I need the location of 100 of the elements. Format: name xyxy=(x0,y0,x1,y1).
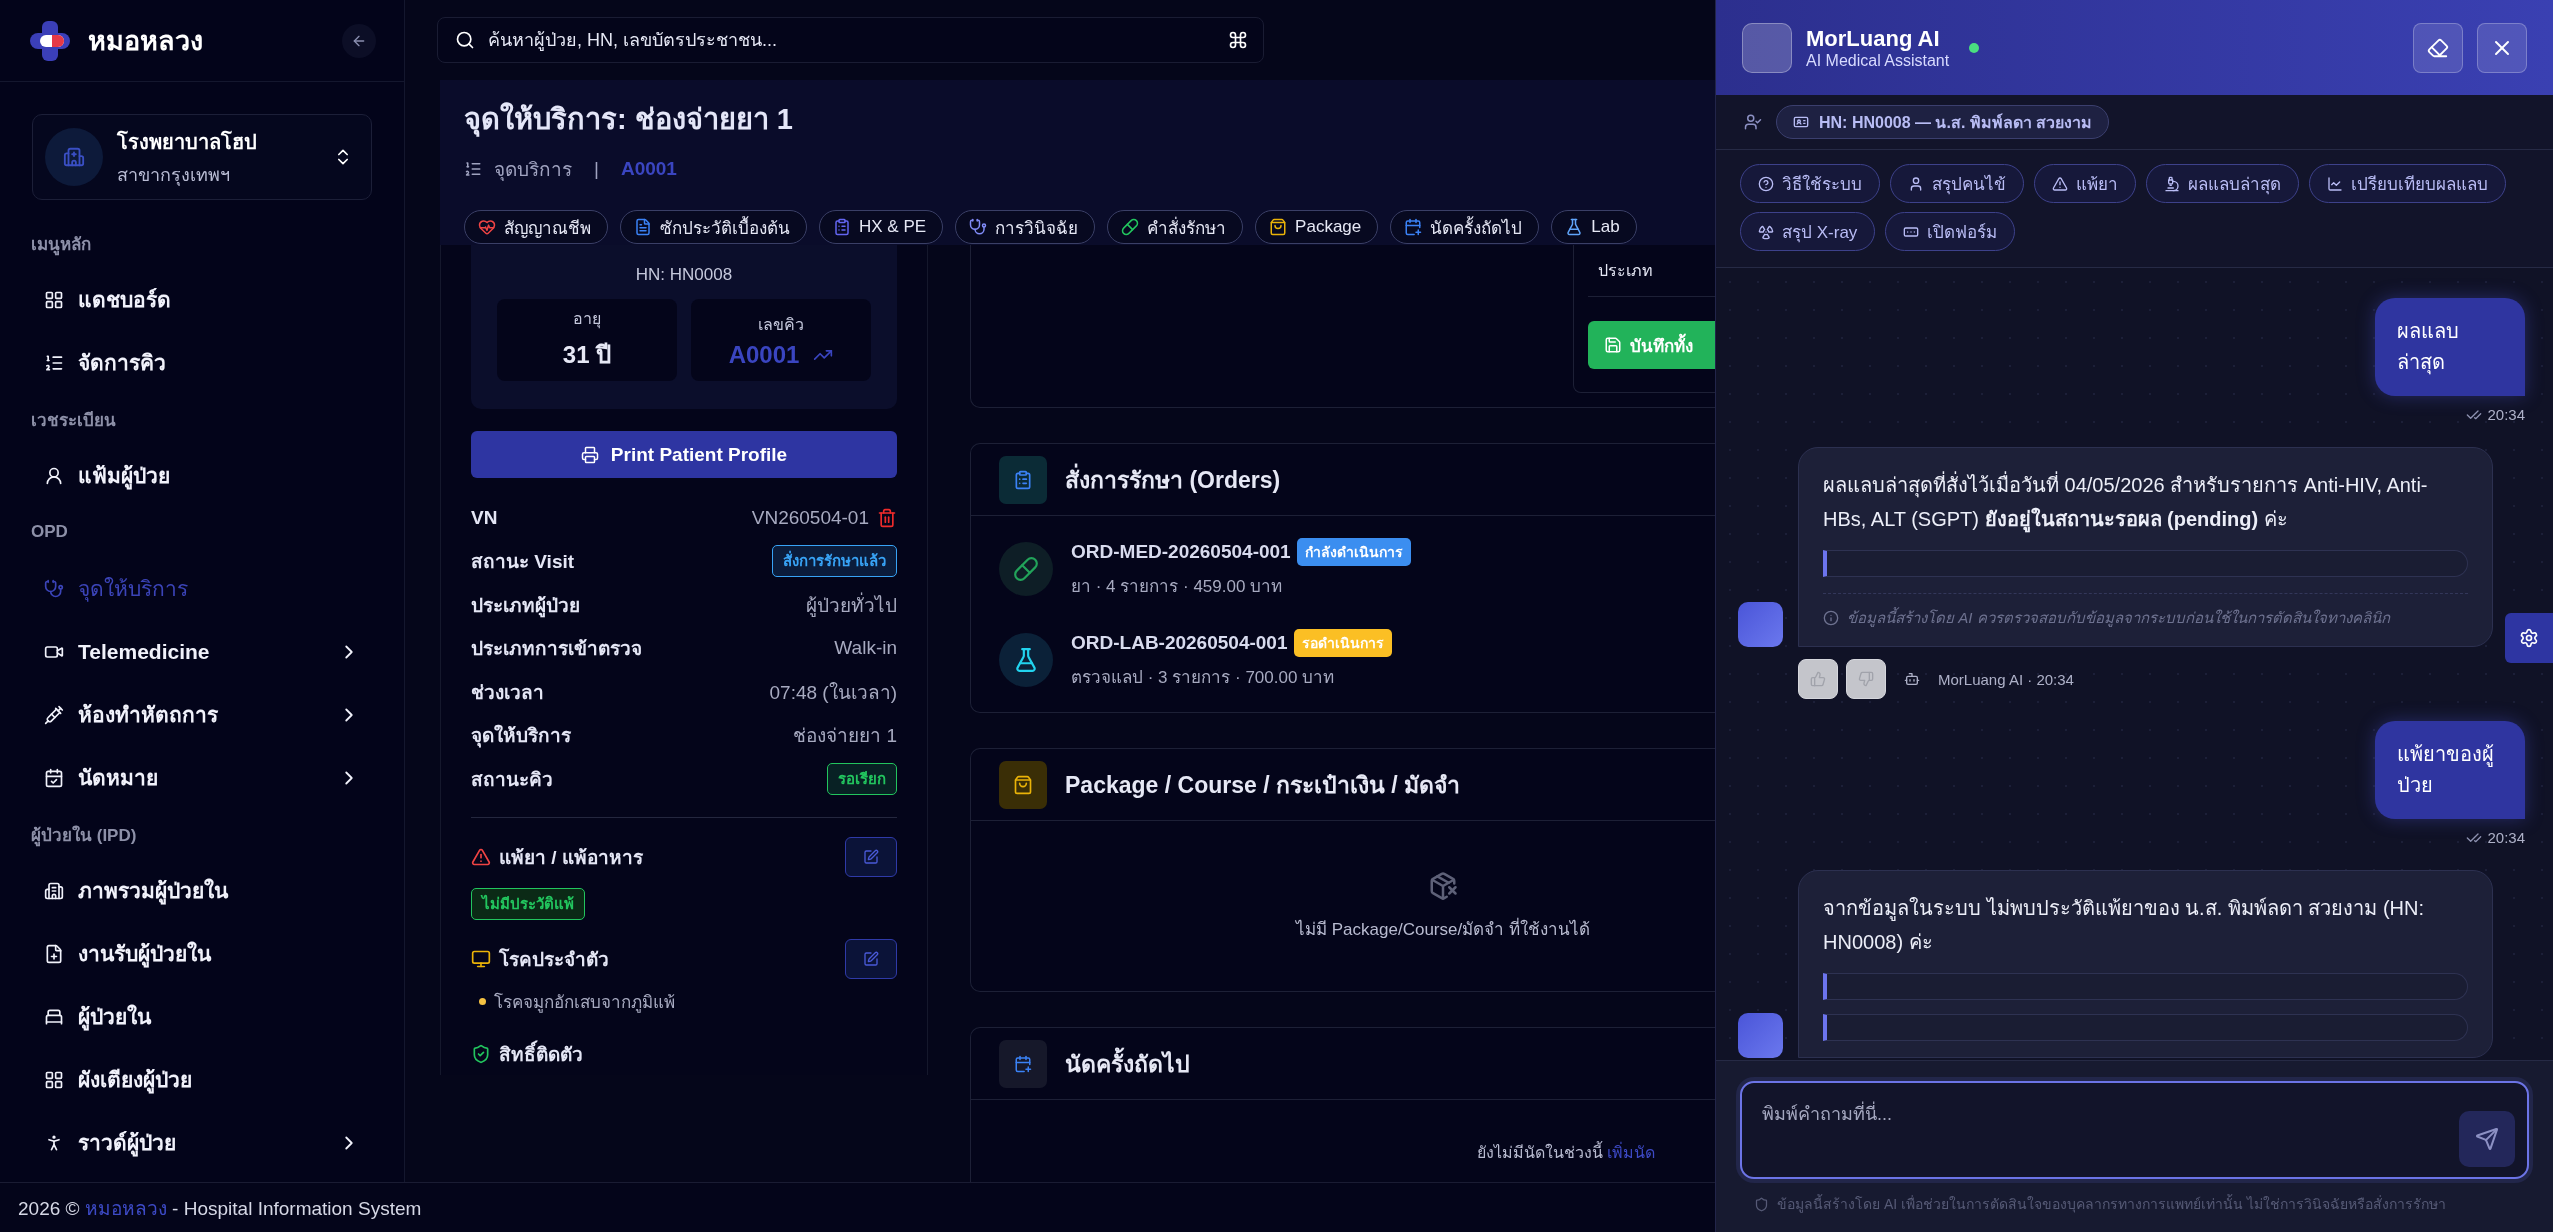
status-badge: รอเรียก xyxy=(827,762,897,795)
patient-context-chip: HN: HN0008 — น.ส. พิมพ์ลดา สวยงาม xyxy=(1776,105,2110,139)
sidebar-item[interactable]: แฟ้มผู้ป่วย xyxy=(22,444,382,507)
search-field[interactable]: ค้นหาผู้ป่วย, HN, เลขบัตรประชาชน... xyxy=(437,17,1264,63)
sidebar-item[interactable]: นัดหมาย xyxy=(22,746,382,809)
status-badge: รอดำเนินการ xyxy=(1293,629,1392,657)
trash-icon[interactable] xyxy=(877,507,897,528)
user-check-icon xyxy=(1744,113,1762,131)
pill-icon xyxy=(1121,218,1140,236)
settings-button[interactable] xyxy=(2505,613,2553,663)
quick-action-chip[interactable]: สรุป X-ray xyxy=(1740,212,1876,251)
status-badge: สั่งการรักษาแล้ว xyxy=(772,545,897,578)
eraser-icon xyxy=(2427,36,2449,59)
field-value: 07:48 (ในเวลา) xyxy=(769,680,897,705)
info-icon xyxy=(1823,610,1839,626)
collapse-button[interactable] xyxy=(342,23,376,58)
sidebar-item[interactable]: ภาพรวมผู้ป่วยใน xyxy=(22,859,382,922)
sidebar-item[interactable]: ห้องทำหัตถการ xyxy=(22,683,382,746)
section-tab[interactable]: สัญญาณชีพ xyxy=(464,210,608,244)
stat-label: อายุ xyxy=(573,309,601,331)
section-heading: โรคประจำตัว xyxy=(499,947,609,972)
breadcrumb-separator: | xyxy=(594,158,599,180)
stat-label: เลขคิว xyxy=(758,314,804,335)
quick-action-chip[interactable]: เปิดฟอร์ม xyxy=(1885,212,2016,251)
section-tab[interactable]: Package xyxy=(1255,210,1379,244)
disclaimer-text: ข้อมูลนี้สร้างโดย AI ควรตรวจสอบกับข้อมูลจากระบบก่อนใช้ในการตัดสินใจทางคลินิก xyxy=(1847,606,2390,629)
user-message: ผลแลบล่าสุด xyxy=(2375,298,2525,396)
file-plus-icon xyxy=(44,943,64,964)
field-label: สถานะคิว xyxy=(471,767,553,792)
stethoscope-icon xyxy=(969,218,988,236)
field-label: VN xyxy=(471,506,498,529)
section-title: เวชระเบียน xyxy=(30,409,117,432)
message-input[interactable]: พิมพ์คำถามที่นี่... xyxy=(1740,1081,2529,1179)
empty-text: ไม่มี Package/Course/มัดจำ ที่ใช้งานได้ xyxy=(1296,916,1590,941)
hospital-selector[interactable]: โรงพยาบาลโฮป สาขากรุงเทพฯ xyxy=(32,114,372,200)
panel-title: สั่งการรักษา (Orders) xyxy=(1065,461,1281,498)
grid-icon xyxy=(44,289,64,310)
warning-icon xyxy=(2052,175,2068,192)
command-key-icon xyxy=(1228,30,1248,50)
section-tab[interactable]: ซักประวัติเบื้องต้น xyxy=(620,210,807,244)
order-code[interactable]: ORD-MED-20260504-001 xyxy=(1071,541,1291,563)
building-icon xyxy=(44,880,64,901)
sidebar-item[interactable]: จัดการคิว xyxy=(22,331,382,394)
section-heading: สิทธิ์ติดตัว xyxy=(499,1038,583,1069)
robot-icon xyxy=(1904,671,1920,687)
printer-icon xyxy=(580,445,599,464)
field-value: ช่องจ่ายยา 1 xyxy=(793,724,897,749)
section-tab[interactable]: นัดครั้งถัดไป xyxy=(1390,210,1540,244)
sidebar-item[interactable]: Telemedicine xyxy=(22,620,382,683)
page-title: จุดให้บริการ: ช่องจ่ายยา 1 xyxy=(464,101,794,139)
thumbs-up-icon xyxy=(1810,671,1826,687)
user-message: แพ้ยาของผู้ป่วย xyxy=(2375,721,2525,819)
bot-avatar xyxy=(1738,602,1783,647)
edit-button[interactable] xyxy=(845,938,897,979)
warning-icon xyxy=(471,846,491,867)
section-tab[interactable]: Lab xyxy=(1551,210,1637,244)
quick-action-chip[interactable]: วิธีใช้ระบบ xyxy=(1740,164,1880,203)
quick-action-chip[interactable]: ผลแลบล่าสุด xyxy=(2146,164,2299,203)
edit-button[interactable] xyxy=(845,836,897,877)
microscope-icon xyxy=(2164,175,2180,192)
search-icon xyxy=(455,30,475,50)
thumbs-down-button[interactable] xyxy=(1846,659,1886,699)
section-tab[interactable]: การวินิจฉัย xyxy=(955,210,1096,244)
print-button[interactable]: Print Patient Profile xyxy=(471,431,897,478)
section-title: เมนูหลัก xyxy=(30,233,92,258)
section-title: ผู้ป่วยใน (IPD) xyxy=(30,824,138,849)
clear-button[interactable] xyxy=(2413,22,2463,73)
sidebar-item[interactable]: ผู้ป่วยใน xyxy=(22,985,382,1048)
message-meta: MorLuang AI · 20:34 xyxy=(1938,670,2074,688)
save-icon xyxy=(1604,336,1622,354)
shield-check-icon xyxy=(471,1043,491,1064)
logo-icon xyxy=(28,18,72,63)
section-tab[interactable]: HX & PE xyxy=(819,210,944,244)
stethoscope-icon xyxy=(44,578,64,599)
panel-title: นัดครั้งถัดไป xyxy=(1065,1045,1190,1082)
message-text: จากข้อมูลในระบบ ไม่พบประวัติแพ้ยาของ น.ส. พิมพ์ลดา สวยงาม (HN: HN0008) ค่ะ xyxy=(1823,896,2425,955)
sidebar-item[interactable]: งานรับผู้ป่วยใน xyxy=(22,922,382,985)
clipboard-icon xyxy=(999,455,1047,504)
radiation-icon xyxy=(1758,223,1774,240)
section-tab[interactable]: คำสั่งรักษา xyxy=(1107,210,1244,244)
thumbs-up-button[interactable] xyxy=(1798,659,1838,699)
field-label: จุดให้บริการ xyxy=(471,723,571,750)
quick-action-chip[interactable]: แพ้ยา xyxy=(2034,164,2136,203)
sidebar-item[interactable]: ราวด์ผู้ป่วย xyxy=(22,1111,382,1174)
field-value: ผู้ป่วยทั่วไป xyxy=(806,591,897,619)
close-button[interactable] xyxy=(2477,22,2527,73)
chat-subtitle: AI Medical Assistant xyxy=(1806,51,1950,70)
order-code[interactable]: ORD-LAB-20260504-001 xyxy=(1071,632,1288,654)
sidebar-item[interactable]: ผังเตียงผู้ป่วย xyxy=(22,1048,382,1111)
bullet-icon xyxy=(479,997,486,1005)
monitor-icon xyxy=(471,948,491,969)
field-label: สถานะ Visit xyxy=(471,550,575,575)
quick-action-chip[interactable]: เปรียบเทียบผลแลบ xyxy=(2309,164,2506,203)
field-label: ประเภทการเข้าตรวจ xyxy=(471,637,642,662)
hn-text: HN: HN0008 xyxy=(635,265,733,285)
sidebar-item[interactable]: แดชบอร์ด xyxy=(22,268,382,331)
quick-action-chip[interactable]: สรุปคนไข้ xyxy=(1890,164,2024,203)
send-button[interactable] xyxy=(2459,1111,2515,1167)
send-icon xyxy=(2475,1127,2499,1151)
section-heading: แพ้ยา / แพ้อาหาร xyxy=(499,845,643,870)
